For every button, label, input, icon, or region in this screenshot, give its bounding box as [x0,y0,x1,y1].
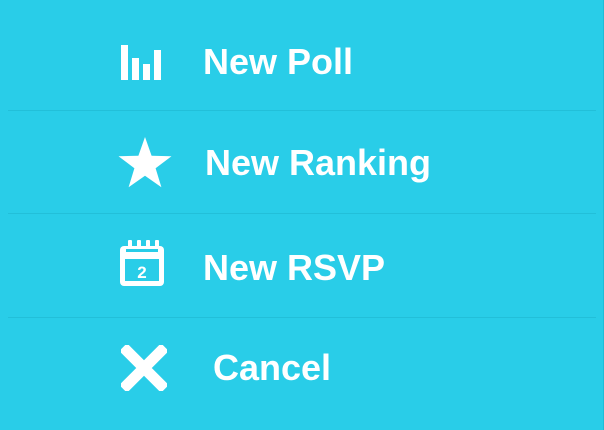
calendar-day: 2 [137,263,146,282]
new-rsvp-button[interactable]: 2 New RSVP [0,214,603,318]
cancel-button[interactable]: Cancel [0,318,603,422]
close-icon [121,345,167,391]
new-rsvp-label: New RSVP [203,247,386,288]
new-ranking-button[interactable]: New Ranking [0,111,603,215]
calendar-icon: 2 [120,240,164,286]
new-poll-label: New Poll [203,41,354,82]
bar-chart-icon [121,45,161,80]
star-icon [118,137,172,188]
cancel-label: Cancel [213,347,332,388]
new-poll-button[interactable]: New Poll [0,8,603,112]
new-ranking-label: New Ranking [205,142,432,183]
action-menu: New Poll New Ranking 2 New RSVP Cancel [0,0,604,430]
